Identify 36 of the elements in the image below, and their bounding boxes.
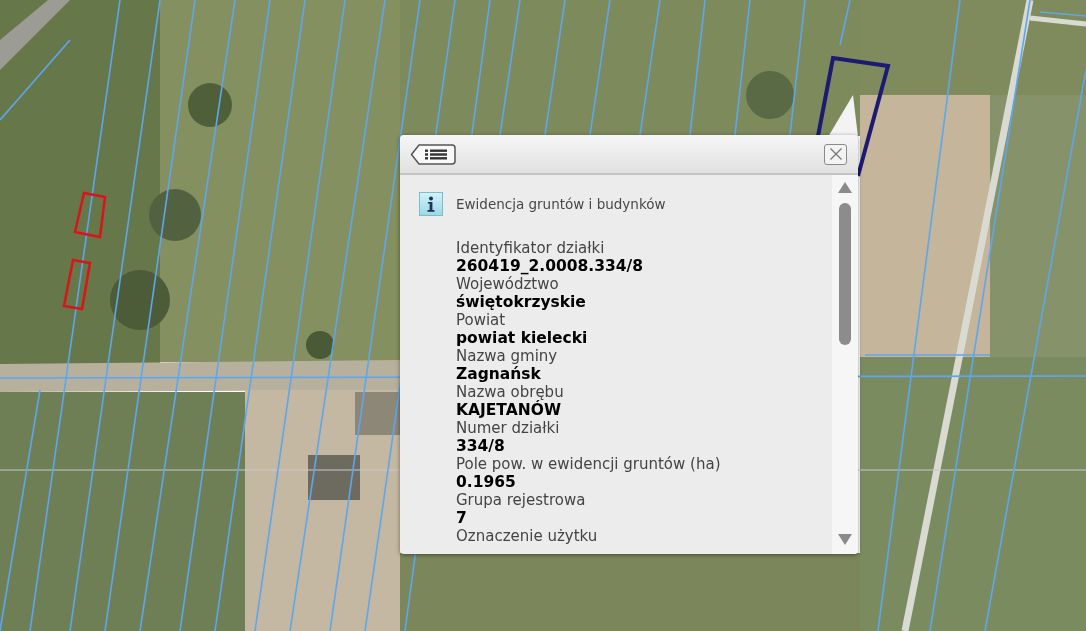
field-label: Powiat bbox=[456, 311, 507, 329]
field-label: Numer działki bbox=[456, 419, 561, 437]
tree-cluster bbox=[110, 270, 170, 330]
shed-roof bbox=[355, 392, 400, 435]
field-label: Pole pow. w ewidencji gruntów (ha) bbox=[456, 455, 722, 473]
field-label: Nazwa gminy bbox=[456, 347, 559, 365]
close-icon bbox=[829, 148, 842, 160]
field-value: 260419_2.0008.334/8 bbox=[456, 257, 644, 275]
field-value: 334/8 bbox=[456, 437, 506, 455]
tree-cluster bbox=[746, 71, 794, 119]
back-to-list-button[interactable] bbox=[410, 143, 456, 165]
info-icon bbox=[419, 192, 443, 216]
building-outline bbox=[62, 258, 92, 311]
field-value: świętokrzyskie bbox=[456, 293, 587, 311]
scroll-up-button[interactable] bbox=[838, 182, 852, 193]
field-label: Grupa rejestrowa bbox=[456, 491, 587, 509]
field-label: Oznaczenie użytku bbox=[456, 527, 599, 545]
scroll-down-button[interactable] bbox=[838, 534, 852, 545]
section-title: Ewidencja gruntów i budynków bbox=[456, 196, 666, 212]
close-button[interactable] bbox=[824, 143, 847, 165]
field-label: Nazwa obrębu bbox=[456, 383, 565, 401]
list-icon bbox=[425, 149, 447, 159]
tree-cluster bbox=[188, 83, 232, 127]
field-value: powiat kielecki bbox=[456, 329, 589, 347]
field-value: 0.1965 bbox=[456, 473, 517, 491]
field-value: KAJETANÓW bbox=[456, 401, 561, 419]
field-value: Zagnańsk bbox=[456, 365, 542, 383]
scrollbar-thumb[interactable] bbox=[839, 203, 851, 345]
field-label: Identyfikator działki bbox=[456, 239, 606, 257]
popup-pointer bbox=[828, 95, 858, 137]
field-label: Województwo bbox=[456, 275, 560, 293]
tree-cluster bbox=[306, 331, 334, 359]
field-value: 7 bbox=[456, 509, 468, 527]
tree-cluster bbox=[149, 189, 201, 241]
building-outline bbox=[73, 191, 107, 239]
highway bbox=[0, 0, 70, 70]
